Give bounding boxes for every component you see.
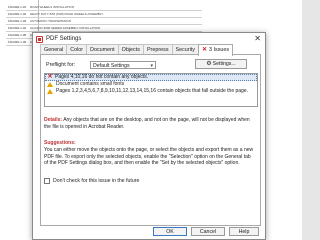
details-section: Details: Any objects that are on the des…: [44, 117, 256, 130]
preflight-select[interactable]: Default Settings ▾: [90, 61, 156, 69]
cancel-button[interactable]: Cancel: [191, 227, 225, 236]
dont-check-checkbox[interactable]: [44, 178, 50, 184]
issue-text: Document contains small fonts: [56, 81, 125, 87]
ok-button[interactable]: OK: [153, 227, 187, 236]
table-rule: [6, 17, 202, 18]
preflight-row: Preflight for: Default Settings ▾: [46, 61, 156, 69]
issues-panel: Preflight for: Default Settings ▾ ⚙Setti…: [40, 54, 261, 226]
chevron-down-icon: ▾: [150, 63, 153, 69]
document-line: FIGURE 1-01 ROAD WHEELS INSTALLATION: [8, 5, 74, 9]
issue-text: Pages 4,10,16 do not contain any objects…: [55, 74, 149, 80]
details-label: Details:: [44, 117, 63, 123]
table-rule: [6, 24, 202, 25]
error-icon: ✕: [47, 74, 53, 80]
close-icon[interactable]: ✕: [254, 34, 261, 44]
dialog-title: PDF Settings: [46, 36, 82, 42]
preflight-label: Preflight for:: [46, 62, 76, 68]
tab-issues[interactable]: ✕ 3 Issues: [198, 44, 234, 56]
preflight-value: Default Settings: [93, 63, 130, 69]
settings-icon: ⚙: [206, 61, 212, 67]
help-button[interactable]: Help: [229, 227, 259, 236]
document-line: FIGURE 1-03 AUTOMATIC TRANSMISSION: [8, 19, 72, 23]
details-text: Any objects that are on the desktop, and…: [44, 117, 250, 130]
settings-button[interactable]: ⚙Settings...: [195, 59, 247, 69]
suggestions-text: You can either move the objects onto the…: [44, 147, 254, 167]
error-icon: ✕: [202, 47, 208, 53]
pdf-icon: [36, 35, 43, 43]
table-rule: [6, 10, 202, 11]
settings-button-label: Settings...: [212, 61, 236, 67]
issue-item[interactable]: ✕ Pages 4,10,16 do not contain any objec…: [45, 74, 257, 81]
issue-item[interactable]: Pages 1,2,3,4,5,6,7,8,9,10,11,12,13,14,1…: [45, 88, 257, 95]
issues-list: ✕ Pages 4,10,16 do not contain any objec…: [44, 73, 258, 107]
issue-item[interactable]: Document contains small fonts: [45, 81, 257, 88]
suggestions-label: Suggestions:: [44, 140, 76, 146]
pdf-settings-dialog: PDF Settings ✕ General Color Document Ob…: [32, 32, 266, 240]
warning-icon: [47, 82, 53, 87]
document-line: FIGURE 1-04 ALLISON 3000 SERIES ASSEMBLY …: [8, 26, 101, 30]
dont-check-row[interactable]: Don't check for this issue in the future: [44, 178, 139, 184]
issue-text: Pages 1,2,3,4,5,6,7,8,9,10,11,12,13,14,1…: [56, 88, 248, 94]
warning-icon: [47, 89, 53, 94]
document-line: FIGURE 1-02 HEAVY DUTY 8X8 (PH8) ROAD WHE…: [8, 12, 104, 16]
tab-issues-label: 3 Issues: [209, 47, 230, 53]
dont-check-label[interactable]: Don't check for this issue in the future: [53, 178, 139, 184]
